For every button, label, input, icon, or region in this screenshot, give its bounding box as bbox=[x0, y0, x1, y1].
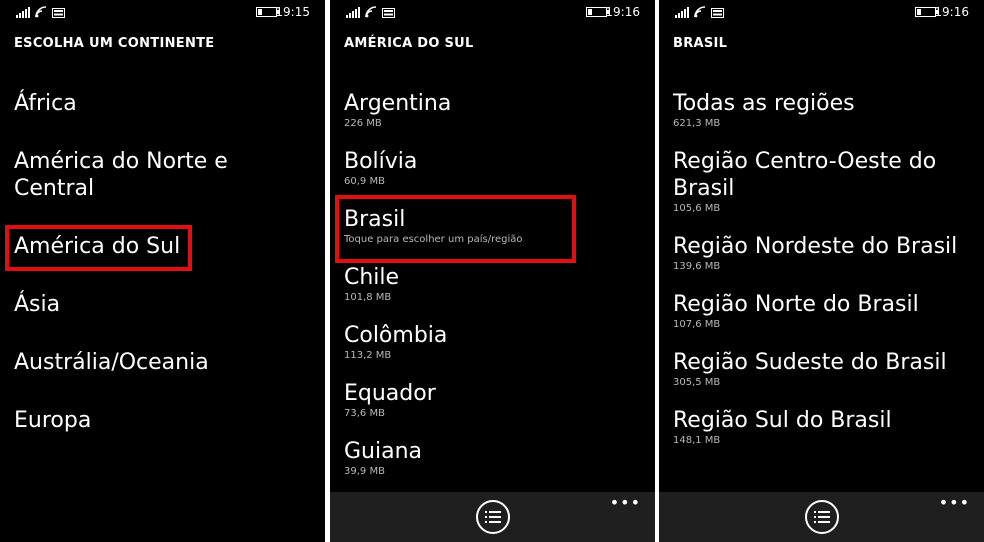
item-title: Equador bbox=[344, 381, 436, 406]
message-icon bbox=[711, 8, 724, 18]
list-item[interactable]: América do Norte e Central bbox=[14, 148, 317, 202]
message-icon bbox=[52, 8, 65, 18]
list-item[interactable]: Região Sul do Brasil 148,1 MB bbox=[673, 407, 976, 447]
wifi-icon bbox=[365, 6, 377, 18]
signal-icon bbox=[346, 6, 360, 18]
clock: 19:15 bbox=[275, 5, 310, 19]
country-screen: 19:16 AMÉRICA DO SUL Argentina 226 MB Bol… bbox=[330, 0, 655, 542]
status-bar: 19:15 bbox=[0, 0, 325, 24]
app-bar: ••• bbox=[330, 492, 655, 542]
list-item[interactable]: Todas as regiões 621,3 MB bbox=[673, 90, 976, 130]
item-size: 73,6 MB bbox=[344, 408, 385, 419]
list-item[interactable]: Chile 101,8 MB bbox=[344, 264, 647, 304]
item-size: 139,6 MB bbox=[673, 261, 721, 272]
item-title: Região Norte do Brasil bbox=[673, 292, 919, 317]
item-title: África bbox=[14, 91, 77, 116]
list-item[interactable]: Bolívia 60,9 MB bbox=[344, 148, 647, 188]
list-select-icon[interactable] bbox=[804, 500, 839, 534]
item-title: Região Sul do Brasil bbox=[673, 408, 892, 433]
more-options-button[interactable]: ••• bbox=[939, 495, 970, 511]
list-item[interactable]: Guiana 39,9 MB bbox=[344, 438, 647, 478]
status-bar: 19:16 bbox=[330, 0, 655, 24]
clock: 19:16 bbox=[934, 5, 969, 19]
list-item[interactable]: Austrália/Oceania bbox=[14, 349, 317, 376]
item-size: 621,3 MB bbox=[673, 118, 721, 129]
list-item[interactable]: Região Norte do Brasil 107,6 MB bbox=[673, 291, 976, 331]
list-item[interactable]: Colômbia 113,2 MB bbox=[344, 322, 647, 362]
message-icon bbox=[382, 8, 395, 18]
list-item[interactable]: Equador 73,6 MB bbox=[344, 380, 647, 420]
item-title: Europa bbox=[14, 408, 92, 433]
item-size: 226 MB bbox=[344, 118, 382, 129]
item-title: Guiana bbox=[344, 439, 423, 464]
item-title: Austrália/Oceania bbox=[14, 350, 209, 375]
battery-icon bbox=[915, 7, 938, 17]
item-title: Argentina bbox=[344, 91, 452, 116]
item-title: Bolívia bbox=[344, 149, 418, 174]
wifi-icon bbox=[694, 6, 706, 18]
item-size: 101,8 MB bbox=[344, 292, 392, 303]
highlight-box bbox=[5, 225, 192, 271]
list-item[interactable]: África bbox=[14, 90, 317, 117]
page-title: ESCOLHA UM CONTINENTE bbox=[14, 36, 215, 51]
item-title: Região Centro-Oeste do Brasil bbox=[673, 149, 937, 201]
list-item[interactable]: Argentina 226 MB bbox=[344, 90, 647, 130]
signal-icon bbox=[16, 6, 30, 18]
item-size: 107,6 MB bbox=[673, 319, 721, 330]
region-screen: 19:16 BRASIL Todas as regiões 621,3 MB Re… bbox=[659, 0, 984, 542]
item-size: 105,6 MB bbox=[673, 203, 721, 214]
list-item[interactable]: Região Centro-Oeste do Brasil 105,6 MB bbox=[673, 148, 976, 215]
list-item[interactable]: Europa bbox=[14, 407, 317, 434]
list-item[interactable]: Região Sudeste do Brasil 305,5 MB bbox=[673, 349, 976, 389]
page-title: AMÉRICA DO SUL bbox=[344, 36, 474, 51]
wifi-icon bbox=[35, 6, 47, 18]
list-select-icon[interactable] bbox=[475, 500, 510, 534]
continent-screen: 19:15 ESCOLHA UM CONTINENTE África Améri… bbox=[0, 0, 325, 542]
app-bar: ••• bbox=[659, 492, 984, 542]
item-title: Colômbia bbox=[344, 323, 448, 348]
item-size: 148,1 MB bbox=[673, 435, 721, 446]
item-title: Todas as regiões bbox=[673, 91, 855, 116]
more-options-button[interactable]: ••• bbox=[610, 495, 641, 511]
status-bar: 19:16 bbox=[659, 0, 984, 24]
item-title: Região Sudeste do Brasil bbox=[673, 350, 947, 375]
item-size: 113,2 MB bbox=[344, 350, 392, 361]
item-title: Região Nordeste do Brasil bbox=[673, 234, 958, 259]
highlight-box bbox=[335, 195, 576, 263]
item-size: 39,9 MB bbox=[344, 466, 385, 477]
signal-icon bbox=[675, 6, 689, 18]
item-size: 305,5 MB bbox=[673, 377, 721, 388]
item-size: 60,9 MB bbox=[344, 176, 385, 187]
item-title: Chile bbox=[344, 265, 400, 290]
item-title: Ásia bbox=[14, 292, 61, 317]
list-item[interactable]: Ásia bbox=[14, 291, 317, 318]
clock: 19:16 bbox=[605, 5, 640, 19]
list-item[interactable]: Região Nordeste do Brasil 139,6 MB bbox=[673, 233, 976, 273]
battery-icon bbox=[586, 7, 609, 17]
item-title: América do Norte e Central bbox=[14, 149, 228, 201]
page-title: BRASIL bbox=[673, 36, 728, 51]
battery-icon bbox=[256, 7, 279, 17]
